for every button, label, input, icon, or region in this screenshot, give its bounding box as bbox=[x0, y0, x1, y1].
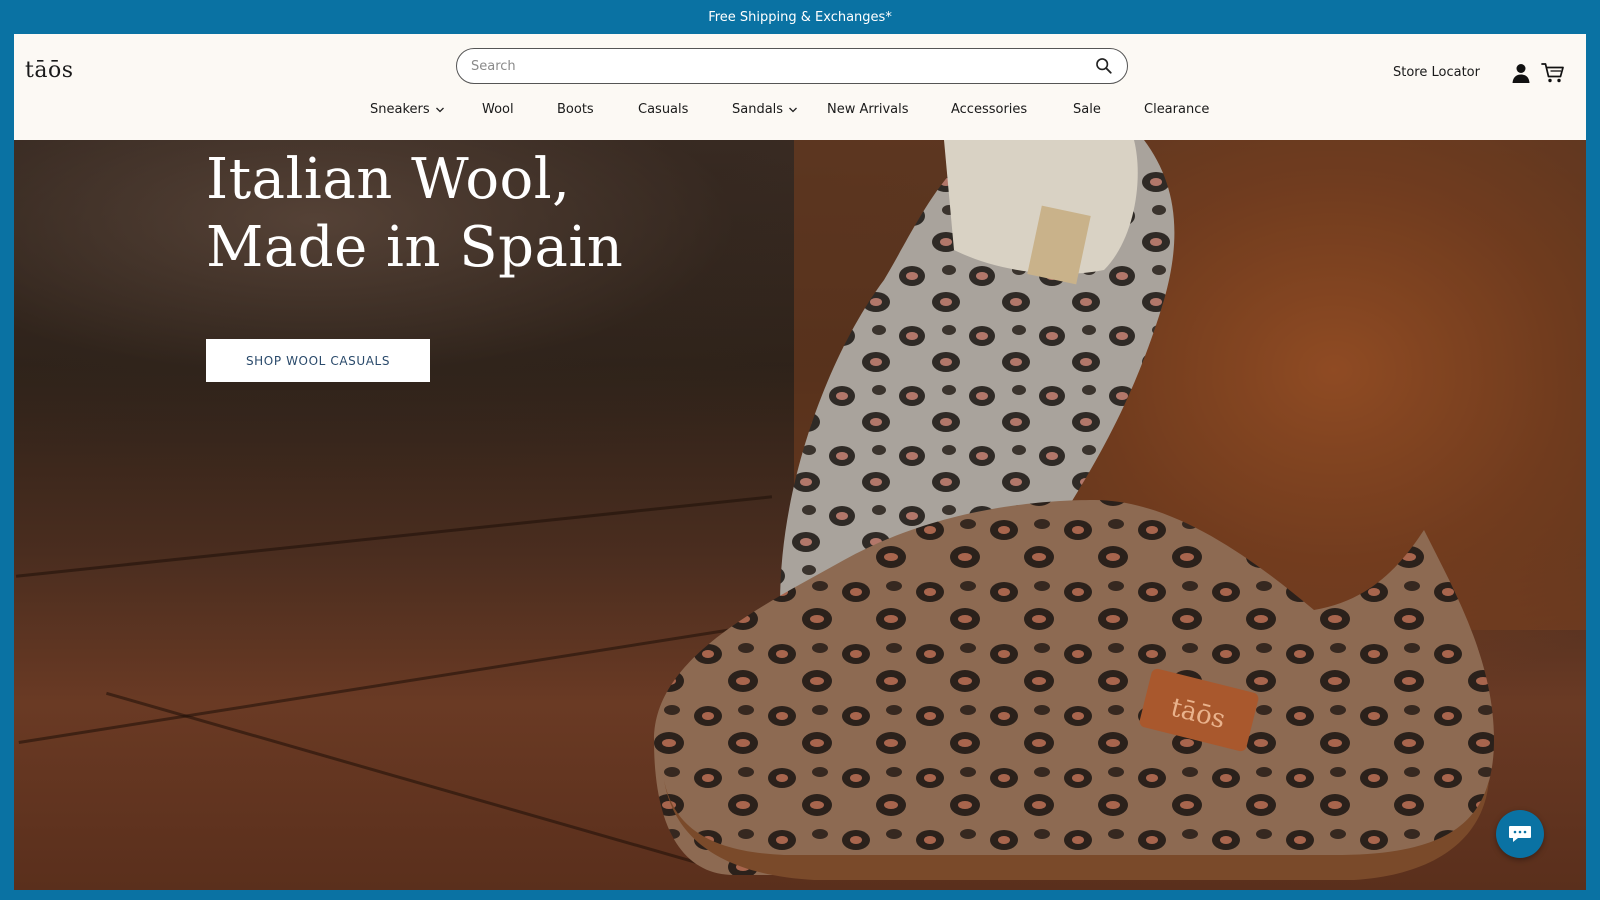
page-frame: tāōs Store Locator Sneakers W bbox=[14, 34, 1586, 890]
nav-item-sandals[interactable]: Sandals bbox=[732, 102, 798, 117]
chevron-down-icon bbox=[435, 107, 444, 112]
hero-banner: tāōs Italian Wool, Made in Spain SHOP WO… bbox=[14, 140, 1586, 890]
nav-item-sale[interactable]: Sale bbox=[1073, 102, 1101, 117]
user-icon[interactable] bbox=[1510, 62, 1532, 84]
nav-item-clearance[interactable]: Clearance bbox=[1144, 102, 1209, 117]
announcement-text: Free Shipping & Exchanges* bbox=[708, 9, 892, 25]
nav-item-label: Sneakers bbox=[370, 102, 430, 117]
shop-wool-casuals-button[interactable]: SHOP WOOL CASUALS bbox=[206, 339, 430, 382]
chevron-down-icon bbox=[789, 107, 798, 112]
store-locator-link[interactable]: Store Locator bbox=[1393, 65, 1480, 80]
chat-bubble-icon bbox=[1509, 826, 1531, 842]
search-icon[interactable] bbox=[1095, 57, 1113, 75]
nav-item-sneakers[interactable]: Sneakers bbox=[370, 102, 445, 117]
site-header: tāōs Store Locator Sneakers W bbox=[14, 34, 1586, 140]
search-input[interactable] bbox=[471, 58, 1095, 74]
chat-button[interactable] bbox=[1496, 810, 1544, 858]
logo[interactable]: tāōs bbox=[25, 58, 74, 83]
hero-title-line-2: Made in Spain bbox=[206, 215, 624, 280]
nav-item-label: Casuals bbox=[638, 102, 689, 117]
nav-item-new-arrivals[interactable]: New Arrivals bbox=[827, 102, 909, 117]
main-nav: Sneakers Wool Boots Casuals Sandals New … bbox=[14, 98, 1586, 126]
nav-item-label: Accessories bbox=[951, 102, 1028, 117]
cart-icon[interactable] bbox=[1541, 62, 1565, 84]
nav-item-label: Wool bbox=[482, 102, 514, 117]
nav-item-boots[interactable]: Boots bbox=[557, 102, 594, 117]
nav-item-accessories[interactable]: Accessories bbox=[951, 102, 1027, 117]
nav-item-label: Boots bbox=[557, 102, 594, 117]
hero-title: Italian Wool, Made in Spain bbox=[206, 146, 623, 282]
nav-item-label: Sale bbox=[1073, 102, 1101, 117]
hero-product-image: tāōs bbox=[654, 140, 1586, 880]
announcement-bar: Free Shipping & Exchanges* bbox=[0, 0, 1600, 34]
nav-item-label: Clearance bbox=[1144, 102, 1210, 117]
nav-item-casuals[interactable]: Casuals bbox=[638, 102, 688, 117]
hero-title-line-1: Italian Wool, bbox=[206, 147, 571, 212]
nav-item-label: New Arrivals bbox=[827, 102, 909, 117]
search-bar[interactable] bbox=[456, 48, 1128, 84]
nav-item-wool[interactable]: Wool bbox=[482, 102, 514, 117]
nav-item-label: Sandals bbox=[732, 102, 784, 117]
